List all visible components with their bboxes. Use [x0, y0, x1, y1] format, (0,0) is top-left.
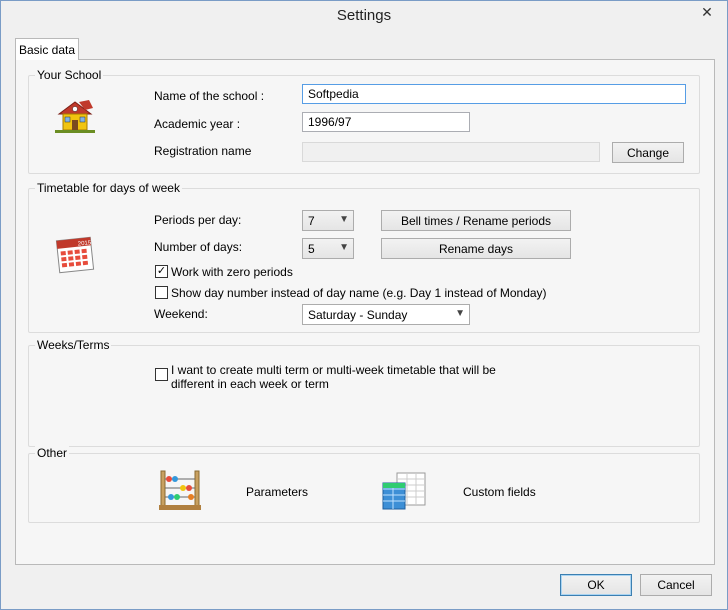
number-of-days-value: 5 [308, 242, 315, 256]
weekend-value: Saturday - Sunday [308, 308, 408, 322]
custom-fields-label[interactable]: Custom fields [463, 485, 536, 499]
periods-per-day-label: Periods per day: [154, 213, 242, 227]
group-other: Other Parameters Custom fields [28, 446, 700, 523]
school-name-input[interactable]: Softpedia [302, 84, 686, 104]
group-title-your-school: Your School [35, 68, 104, 82]
cancel-button[interactable]: Cancel [640, 574, 712, 596]
group-your-school: Your School Name of the school : Softped… [28, 68, 700, 174]
group-timetable: Timetable for days of week 2015 Periods … [28, 181, 700, 333]
day-number-label: Show day number instead of day name (e.g… [171, 286, 547, 300]
bell-times-button[interactable]: Bell times / Rename periods [381, 210, 571, 231]
tab-basic-data[interactable]: Basic data [15, 38, 79, 60]
chevron-down-icon: ▼ [455, 308, 465, 319]
registration-name-input [302, 142, 600, 162]
title-bar: Settings ✕ [1, 1, 727, 32]
multi-term-label-line2: different in each week or term [171, 377, 329, 391]
zero-periods-label: Work with zero periods [171, 265, 293, 279]
group-title-timetable: Timetable for days of week [35, 181, 182, 195]
parameters-label[interactable]: Parameters [246, 485, 308, 499]
group-title-other: Other [35, 446, 70, 460]
number-of-days-select[interactable]: 5 ▼ [302, 238, 354, 259]
table-icon[interactable] [381, 471, 429, 513]
settings-window: Settings ✕ Basic data Your School Name o… [0, 0, 728, 610]
periods-per-day-value: 7 [308, 214, 315, 228]
rename-days-button[interactable]: Rename days [381, 238, 571, 259]
chevron-down-icon: ▼ [339, 242, 349, 253]
abacus-icon[interactable] [157, 469, 203, 511]
academic-year-input[interactable]: 1996/97 [302, 112, 470, 132]
weekend-select[interactable]: Saturday - Sunday ▼ [302, 304, 470, 325]
periods-per-day-select[interactable]: 7 ▼ [302, 210, 354, 231]
multi-term-checkbox[interactable] [155, 368, 168, 381]
group-weeks-terms: Weeks/Terms I want to create multi term … [28, 338, 700, 447]
zero-periods-checkbox[interactable]: ✓ [155, 265, 168, 278]
change-button[interactable]: Change [612, 142, 684, 163]
window-title: Settings [336, 7, 392, 24]
school-name-label: Name of the school : [154, 89, 265, 103]
academic-year-label: Academic year : [154, 117, 241, 131]
ok-button[interactable]: OK [560, 574, 632, 596]
school-house-icon [53, 96, 97, 136]
registration-name-label: Registration name [154, 144, 252, 158]
weekend-label: Weekend: [154, 307, 208, 321]
number-of-days-label: Number of days: [154, 240, 243, 254]
tab-panel-basic-data: Your School Name of the school : Softped… [15, 59, 715, 565]
close-icon[interactable]: ✕ [687, 1, 727, 23]
day-number-checkbox[interactable] [155, 286, 168, 299]
multi-term-label-line1: I want to create multi term or multi-wee… [171, 363, 496, 377]
group-title-weeks-terms: Weeks/Terms [35, 338, 112, 352]
chevron-down-icon: ▼ [339, 214, 349, 225]
calendar-icon: 2015 [55, 235, 97, 275]
